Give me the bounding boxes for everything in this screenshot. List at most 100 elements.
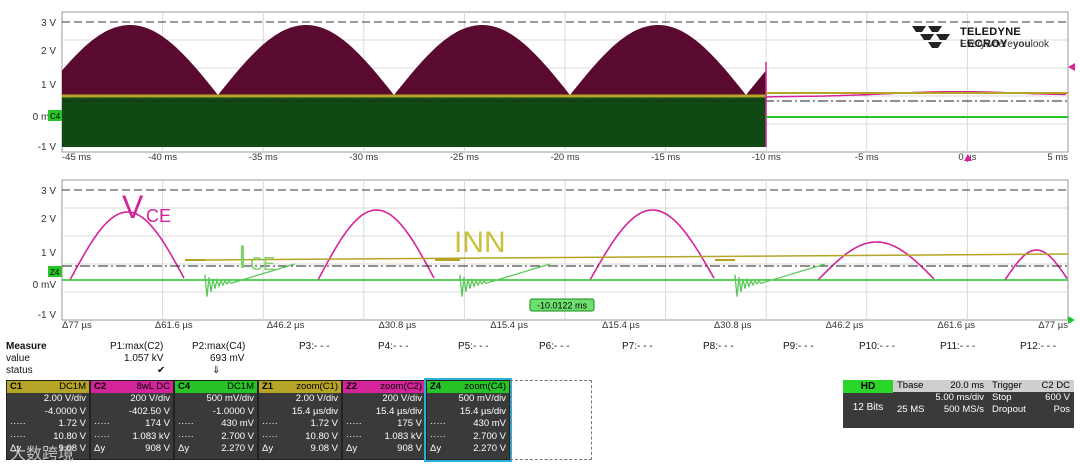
row-value: 2.700 V: [221, 430, 254, 442]
channel-box-z4[interactable]: Z4 zoom(C4) 500 mV/div 15.4 µs/div ····· 430 …: [424, 378, 512, 462]
timebase-title: Tbase: [897, 380, 924, 391]
row-value: 430 mV: [221, 418, 254, 429]
measure-param-p12[interactable]: P12:- - -: [1020, 341, 1056, 353]
channel-box-row: -402.50 V: [91, 406, 173, 419]
x-tick-label: -20 ms: [550, 152, 579, 163]
channel-box-z1[interactable]: Z1 zoom(C1) 2.00 V/div 15.4 µs/div ····· 1.72…: [258, 380, 342, 460]
row-label: ·····: [430, 430, 446, 442]
row-value: 1.72 V: [58, 418, 86, 429]
measure-table[interactable]: Measure P1:max(C2) P2:max(C4) P3:- - - P…: [6, 341, 1074, 377]
channel-box-row: ····· 175 V: [343, 418, 425, 431]
row-value: 174 V: [145, 418, 170, 429]
x-tick-label: Δ46.2 µs: [826, 320, 864, 331]
bottom-channel-tag[interactable]: Z4: [48, 266, 62, 277]
channel-box-row: ····· 10.80 V: [259, 431, 341, 444]
empty-descriptor-slot[interactable]: [510, 380, 592, 460]
row-label: ·····: [178, 418, 194, 429]
measure-param-p5[interactable]: P5:- - -: [458, 341, 489, 353]
status-down-arrow-icon: ⇓: [212, 365, 221, 376]
row-label: ·····: [346, 430, 362, 442]
measure-param-p1[interactable]: P1:max(C2): [110, 341, 163, 353]
measure-row-value-label: value: [6, 353, 30, 364]
top-y-axis-labels: 3 V2 V1 V0 mV-1 V: [33, 18, 57, 153]
x-tick-label: -10 ms: [752, 152, 781, 163]
timebase-memory: 25 MS: [897, 404, 925, 415]
trigger-level-marker-icon[interactable]: [1068, 63, 1075, 71]
channel-box-row: Δy 9.08 V: [259, 443, 341, 456]
channel-box-row: Δy 2.270 V: [427, 443, 509, 456]
svg-text:-10.0122 ms: -10.0122 ms: [537, 301, 588, 311]
channel-box-row: ····· 430 mV: [175, 418, 257, 431]
trigger-box[interactable]: Trigger C2 DC Stop 600 V Dropout Pos: [988, 380, 1074, 428]
c4-envelope-trace: [62, 97, 766, 147]
channel-coupling-tag: 8wL DC: [136, 381, 170, 392]
teledyne-lecroy-logo: TELEDYNE LECROY Everywhereyoulook: [910, 24, 1070, 54]
channel-box-c4[interactable]: C4 DC1M 500 mV/div -1.0000 V ····· 430 mV ····…: [174, 380, 258, 460]
channel-box-row: Δy 908 V: [343, 443, 425, 456]
status-check-icon: ✔: [157, 365, 166, 376]
channel-box-row: 15.4 µs/div: [259, 406, 341, 419]
measure-param-p6[interactable]: P6:- - -: [539, 341, 570, 353]
measure-param-p10[interactable]: P10:- - -: [859, 341, 895, 353]
hd-label: HD: [843, 380, 893, 393]
row-value: -1.0000 V: [212, 405, 254, 417]
zoom-right-arrow-icon[interactable]: [1068, 316, 1075, 324]
channel-box-row: ····· 1.083 kV: [91, 431, 173, 444]
row-value: 500 mV/div: [206, 393, 254, 404]
x-tick-label: -15 ms: [651, 152, 680, 163]
measure-row-status-label: status: [6, 365, 33, 376]
cursor-readout-badge[interactable]: -10.0122 ms: [529, 298, 595, 312]
measure-param-p11[interactable]: P11:- - -: [940, 341, 975, 353]
measure-param-p3[interactable]: P3:- - -: [299, 341, 330, 353]
channel-box-z2[interactable]: Z2 zoom(C2) 200 V/div 15.4 µs/div ····· 175 V…: [342, 380, 426, 460]
channel-coupling-tag: DC1M: [59, 381, 86, 392]
measure-param-p8[interactable]: P8:- - -: [703, 341, 734, 353]
x-tick-label: -25 ms: [450, 152, 479, 163]
measure-param-p4[interactable]: P4:- - -: [378, 341, 409, 353]
logo-tagline-part-2: you: [1012, 39, 1031, 50]
row-label: ·····: [94, 430, 110, 442]
y-tick-label: -1 V: [38, 310, 57, 321]
row-value: 200 V/div: [130, 393, 170, 404]
trigger-mode: Stop: [992, 392, 1012, 403]
measure-param-p9[interactable]: P9:- - -: [783, 341, 814, 353]
channel-box-header: C1 DC1M: [7, 381, 89, 393]
timebase-per-div: 5.00 ms/div: [935, 392, 984, 403]
timebase-total: 20.0 ms: [950, 380, 984, 391]
top-channel-tag[interactable]: C4: [48, 110, 62, 121]
channel-box-row: 200 V/div: [91, 393, 173, 406]
svg-text:V: V: [122, 189, 144, 225]
row-value: 908 V: [145, 443, 170, 454]
acquisition-mode-box[interactable]: HD 12 Bits: [843, 380, 893, 428]
x-tick-label: Δ46.2 µs: [267, 320, 305, 331]
timebase-box[interactable]: Tbase 20.0 ms 5.00 ms/div 25 MS 500 MS/s: [893, 380, 988, 428]
bottom-zoom-waveform-grid[interactable]: 3 V 2 V 1 V 0 mV -1 V Δ77 µs Δ61.6 µs Δ46.2 µs…: [0, 170, 1080, 335]
watermark-text: 大数跨境: [10, 446, 75, 463]
row-value: -402.50 V: [128, 405, 170, 417]
x-tick-label: Δ61.6 µs: [937, 320, 975, 331]
svg-text:CE: CE: [250, 254, 275, 274]
channel-box-row: Δy 2.270 V: [175, 443, 257, 456]
measure-value-p1: 1.057 kV: [124, 353, 164, 364]
y-tick-label: 3 V: [41, 18, 56, 29]
channel-box-header: Z4 zoom(C4): [427, 381, 509, 393]
channel-box-c2[interactable]: C2 8wL DC 200 V/div -402.50 V ····· 174 V ····…: [90, 380, 174, 460]
channel-box-row: -4.0000 V: [7, 406, 89, 419]
channel-box-row: ····· 1.083 kV: [343, 431, 425, 444]
channel-box-row: 2.00 V/div: [259, 393, 341, 406]
bottom-x-axis-labels: Δ77 µs Δ61.6 µs Δ46.2 µs Δ30.8 µs Δ15.4 µs Δ1…: [62, 320, 1068, 331]
measure-param-p7[interactable]: P7:- - -: [622, 341, 653, 353]
channel-name: Z4: [430, 381, 442, 392]
channel-box-row: Δy 908 V: [91, 443, 173, 456]
bottom-y-axis-labels: 3 V 2 V 1 V 0 mV -1 V: [33, 186, 57, 321]
logo-tagline-part-3: look: [1030, 39, 1049, 50]
trigger-level: 600 V: [1045, 392, 1070, 403]
y-tick-label: -1 V: [38, 142, 57, 153]
row-value: 2.270 V: [221, 443, 254, 454]
row-value: 908 V: [397, 443, 422, 454]
y-tick-label: 2 V: [41, 214, 56, 225]
row-label: Δy: [178, 443, 190, 454]
row-label: Δy: [262, 443, 274, 454]
measure-param-p2[interactable]: P2:max(C4): [192, 341, 245, 353]
logo-tagline-part-1: Everywhere: [960, 39, 1013, 50]
